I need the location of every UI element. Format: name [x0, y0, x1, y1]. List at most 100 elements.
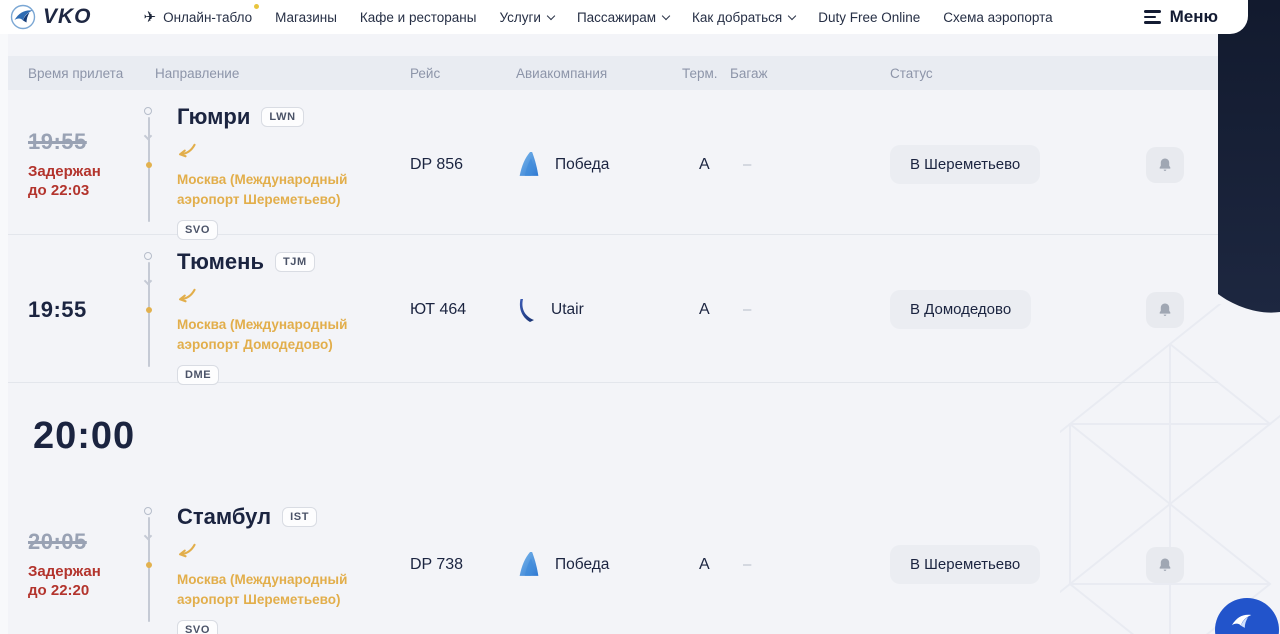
flight-number: DP 738	[410, 556, 516, 574]
baggage: –	[730, 156, 890, 173]
route-arrow-down-icon	[143, 532, 151, 540]
bell-icon	[1157, 302, 1173, 318]
terminal: А	[682, 156, 730, 174]
vko-logo[interactable]: VKO	[10, 4, 92, 30]
subscribe-bell-button[interactable]	[1146, 147, 1184, 183]
scheduled-time: 19:55	[28, 297, 155, 323]
col-header-airline: Авиакомпания	[516, 66, 682, 81]
top-navigation-bar: VKO ✈ Онлайн-табло Магазины Кафе и ресто…	[0, 0, 1248, 34]
nav-shops-label: Магазины	[275, 10, 337, 25]
col-header-direction: Направление	[155, 66, 410, 81]
airline-name: Utair	[551, 301, 584, 319]
direction-cell: Тюмень TJM Москва (Международный аэропор…	[155, 235, 410, 385]
airline-cell: Победа	[516, 151, 682, 178]
diverted-airport-code-badge: DME	[177, 365, 219, 385]
flight-row-tyumen[interactable]: 19:55 Тюмень TJM Москва (Международный а…	[8, 235, 1218, 383]
arrival-time-cell: 20:05 Задержан до 22:20	[28, 529, 155, 601]
status-badge: В Шереметьево	[890, 145, 1040, 184]
arrival-time-cell: 19:55	[28, 297, 155, 323]
bell-icon	[1157, 557, 1173, 573]
origin-airport-code-badge: TJM	[275, 252, 315, 272]
arrivals-list: 19:55 Задержан до 22:03 Гюмри LWN	[8, 90, 1218, 634]
col-header-baggage: Багаж	[730, 66, 890, 81]
route-timeline	[144, 107, 154, 222]
diverted-airport-code-badge: SVO	[177, 620, 218, 634]
chat-bird-icon	[1227, 608, 1255, 634]
nav-passengers[interactable]: Пассажирам	[577, 10, 669, 25]
origin-city: Стамбул	[177, 504, 271, 530]
bell-icon	[1157, 157, 1173, 173]
diverted-arrow-icon	[177, 288, 196, 303]
airline-cell: Utair	[516, 297, 682, 323]
origin-airport-code-badge: LWN	[261, 107, 303, 127]
utair-logo	[516, 297, 538, 323]
diverted-arrow-icon	[177, 543, 196, 558]
origin-point-icon	[144, 107, 152, 115]
nav-airport-map[interactable]: Схема аэропорта	[943, 10, 1052, 25]
nav-online-board-label: Онлайн-табло	[163, 10, 252, 25]
notification-dot	[254, 4, 259, 9]
section-time-label: 20:00	[33, 415, 135, 458]
nav-airport-map-label: Схема аэропорта	[943, 10, 1052, 25]
divert-point-icon	[146, 562, 152, 568]
direction-cell: Стамбул IST Москва (Международный аэропо…	[155, 490, 410, 634]
route-timeline	[144, 507, 154, 622]
arrival-time-cell: 19:55 Задержан до 22:03	[28, 129, 155, 201]
nav-shops[interactable]: Магазины	[275, 10, 337, 25]
arrivals-table-header: Время прилета Направление Рейс Авиакомпа…	[8, 56, 1218, 90]
main-nav: ✈ Онлайн-табло Магазины Кафе и рестораны…	[144, 8, 1053, 26]
chevron-down-icon	[788, 11, 796, 19]
status-cell: В Домодедово	[890, 290, 1146, 329]
diverted-airport: Москва (Международный аэропорт Шереметье…	[177, 170, 410, 211]
route-timeline	[144, 252, 154, 367]
subscribe-bell-button[interactable]	[1146, 292, 1184, 328]
logo-text: VKO	[43, 5, 92, 29]
diverted-airport: Москва (Международный аэропорт Шереметье…	[177, 570, 410, 611]
pobeda-logo	[516, 551, 542, 578]
nav-duty-free[interactable]: Duty Free Online	[818, 10, 920, 25]
flight-number: DP 856	[410, 156, 516, 174]
subscribe-bell-button[interactable]	[1146, 547, 1184, 583]
menu-button[interactable]: Меню	[1144, 7, 1218, 27]
menu-button-label: Меню	[1170, 7, 1218, 27]
origin-airport-code-badge: IST	[282, 507, 317, 527]
airline-cell: Победа	[516, 551, 682, 578]
nav-directions[interactable]: Как добраться	[692, 10, 795, 25]
divert-point-icon	[146, 162, 152, 168]
status-cell: В Шереметьево	[890, 145, 1146, 184]
nav-cafes[interactable]: Кафе и рестораны	[360, 10, 477, 25]
flight-row-gyumri[interactable]: 19:55 Задержан до 22:03 Гюмри LWN	[8, 90, 1218, 235]
airline-name: Победа	[555, 556, 609, 574]
col-header-flight: Рейс	[410, 66, 516, 81]
origin-city: Гюмри	[177, 104, 250, 130]
delay-status-text: Задержан до 22:20	[28, 562, 155, 601]
origin-city: Тюмень	[177, 249, 264, 275]
scheduled-time: 19:55	[28, 129, 155, 155]
nav-online-board[interactable]: ✈ Онлайн-табло	[144, 8, 253, 26]
status-badge: В Шереметьево	[890, 545, 1040, 584]
divert-point-icon	[146, 307, 152, 313]
nav-services-label: Услуги	[499, 10, 541, 25]
vko-bird-icon	[10, 4, 36, 30]
nav-services[interactable]: Услуги	[499, 10, 554, 25]
route-arrow-down-icon	[143, 132, 151, 140]
flight-number: ЮТ 464	[410, 301, 516, 319]
plane-icon: ✈	[144, 8, 157, 26]
nav-passengers-label: Пассажирам	[577, 10, 656, 25]
chevron-down-icon	[547, 11, 555, 19]
col-header-status: Статус	[890, 66, 1146, 81]
col-header-terminal: Терм.	[682, 66, 730, 81]
delay-status-text: Задержан до 22:03	[28, 162, 155, 201]
origin-point-icon	[144, 252, 152, 260]
status-badge: В Домодедово	[890, 290, 1031, 329]
diverted-arrow-icon	[177, 143, 196, 158]
nav-cafes-label: Кафе и рестораны	[360, 10, 477, 25]
diverted-airport: Москва (Международный аэропорт Домодедов…	[177, 315, 410, 356]
flight-row-istanbul[interactable]: 20:05 Задержан до 22:20 Стамбул IST	[8, 490, 1218, 634]
nav-duty-free-label: Duty Free Online	[818, 10, 920, 25]
baggage: –	[730, 556, 890, 573]
chevron-down-icon	[662, 11, 670, 19]
direction-cell: Гюмри LWN Москва (Международный аэропорт…	[155, 90, 410, 240]
scheduled-time: 20:05	[28, 529, 155, 555]
origin-point-icon	[144, 507, 152, 515]
